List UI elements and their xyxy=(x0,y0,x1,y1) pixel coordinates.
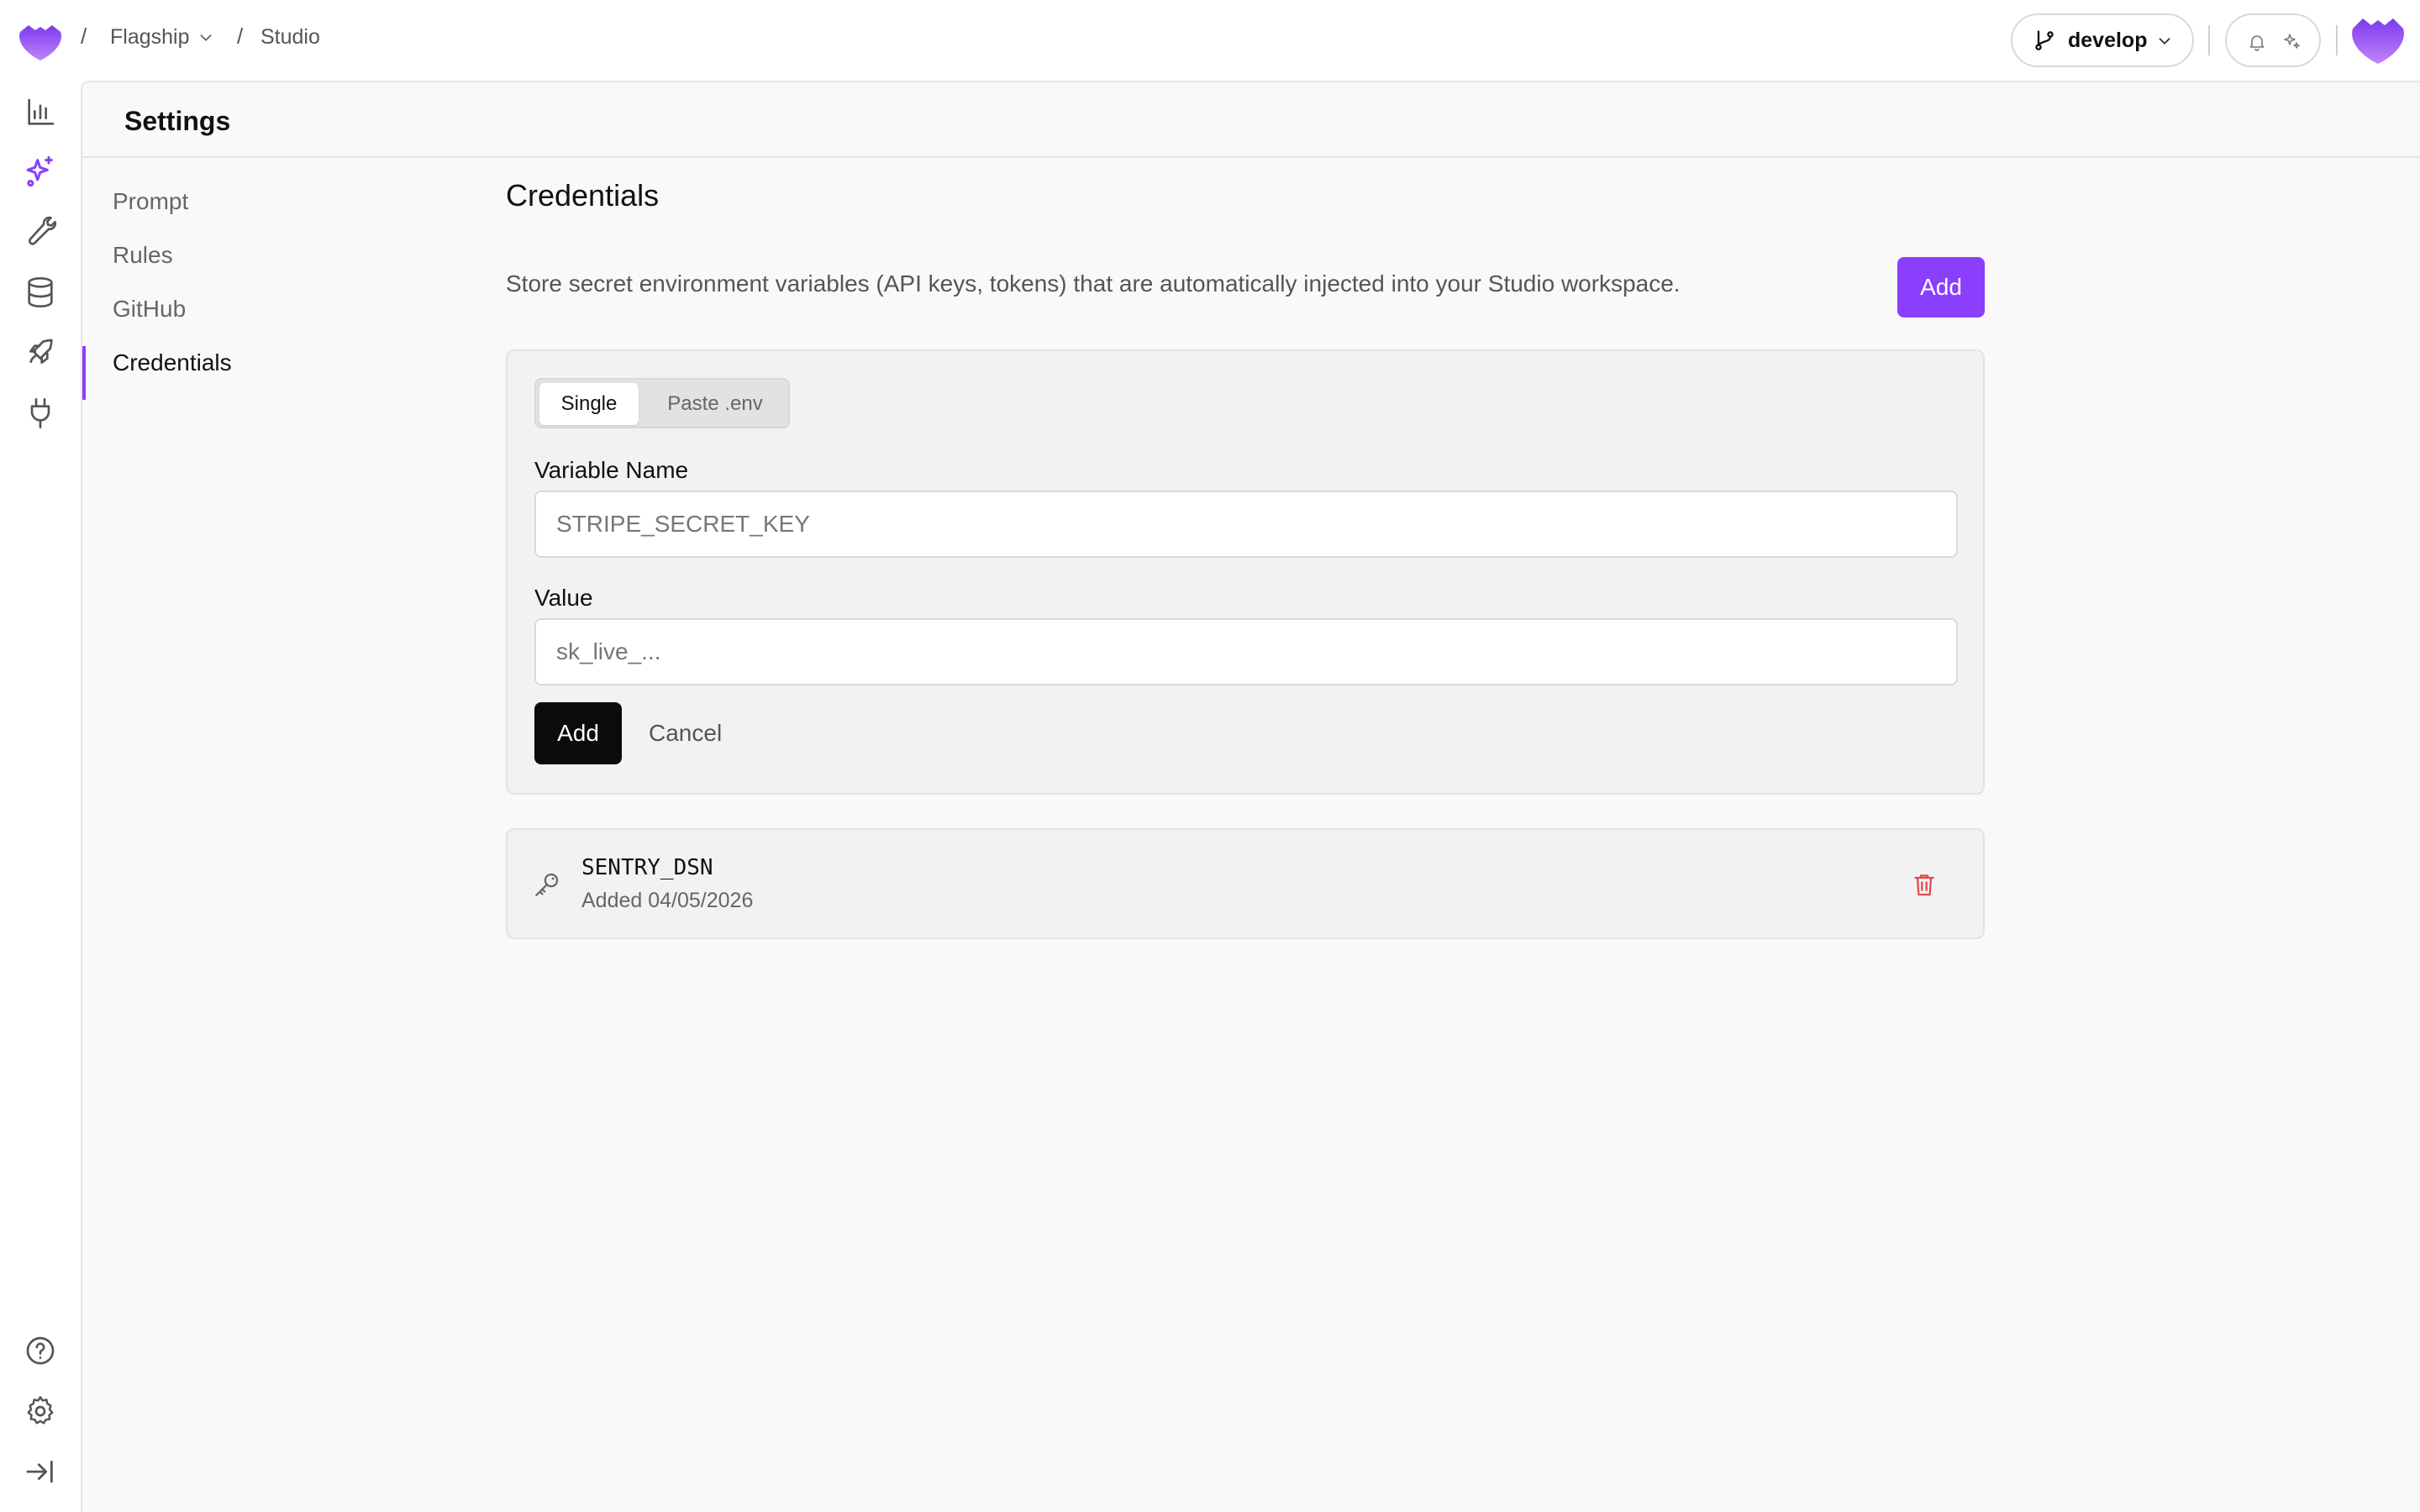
mode-paste-env-tab[interactable]: Paste .env xyxy=(644,383,786,425)
breadcrumb-project[interactable]: Flagship xyxy=(110,25,215,50)
section-description: Store secret environment variables (API … xyxy=(506,270,1681,297)
active-indicator-bar xyxy=(82,346,86,400)
settings-panel: Settings Prompt Rules GitHub Credentials… xyxy=(81,81,2420,1512)
variable-name-input[interactable] xyxy=(534,491,1958,558)
add-credential-button[interactable]: Add xyxy=(1897,257,1985,318)
chevron-down-icon xyxy=(2159,38,2170,45)
page-title: Settings xyxy=(124,106,231,136)
help-icon[interactable] xyxy=(24,1334,57,1368)
breadcrumb-separator: / xyxy=(237,24,244,49)
git-branch-icon xyxy=(2035,30,2054,50)
add-credential-form: Single Paste .env Variable Name Value Ad… xyxy=(506,349,1985,795)
breadcrumb-separator: / xyxy=(81,24,87,49)
breadcrumb-page[interactable]: Studio xyxy=(260,25,320,50)
mode-toggle: Single Paste .env xyxy=(534,378,790,428)
gear-icon[interactable] xyxy=(24,1394,57,1428)
value-input[interactable] xyxy=(534,618,1958,685)
credential-name: SENTRY_DSN xyxy=(581,855,713,880)
value-label: Value xyxy=(534,585,593,611)
rocket-icon[interactable] xyxy=(24,336,57,370)
subnav-item-prompt[interactable]: Prompt xyxy=(113,188,188,215)
trash-icon[interactable] xyxy=(1911,870,1938,899)
bell-icon[interactable] xyxy=(2247,32,2267,52)
variable-name-label: Variable Name xyxy=(534,457,689,483)
credential-row: SENTRY_DSN Added 04/05/2026 xyxy=(506,828,1985,939)
branch-name: develop xyxy=(2068,28,2148,52)
branch-selector[interactable]: develop xyxy=(2011,13,2194,67)
chart-icon[interactable] xyxy=(24,96,57,129)
submit-add-button[interactable]: Add xyxy=(534,702,622,764)
avatar[interactable] xyxy=(2349,13,2407,67)
wrench-icon[interactable] xyxy=(24,215,57,249)
sparkles-icon[interactable] xyxy=(24,155,57,188)
plug-icon[interactable] xyxy=(24,396,57,430)
key-icon xyxy=(535,873,559,896)
section-title: Credentials xyxy=(506,178,660,213)
credential-added-date: Added 04/05/2026 xyxy=(581,889,754,912)
top-bar: / Flagship / Studio develop xyxy=(0,0,2420,81)
subnav-item-rules[interactable]: Rules xyxy=(113,242,173,269)
divider xyxy=(2208,25,2210,55)
divider xyxy=(2336,25,2338,55)
chevron-down-icon xyxy=(200,34,211,41)
sparkle-settings-icon[interactable] xyxy=(2282,32,2302,52)
collapse-icon[interactable] xyxy=(24,1455,57,1488)
panel-header: Settings xyxy=(82,82,2420,158)
breadcrumb-page-label: Studio xyxy=(260,25,320,49)
left-rail xyxy=(0,81,81,1512)
database-icon[interactable] xyxy=(24,276,57,309)
cancel-button[interactable]: Cancel xyxy=(649,702,722,764)
subnav-item-credentials[interactable]: Credentials xyxy=(113,349,232,376)
mode-single-tab[interactable]: Single xyxy=(539,383,639,425)
subnav-item-github[interactable]: GitHub xyxy=(113,296,186,323)
logo-icon[interactable] xyxy=(17,20,64,62)
breadcrumb-project-label: Flagship xyxy=(110,25,190,49)
header-actions xyxy=(2225,13,2321,67)
